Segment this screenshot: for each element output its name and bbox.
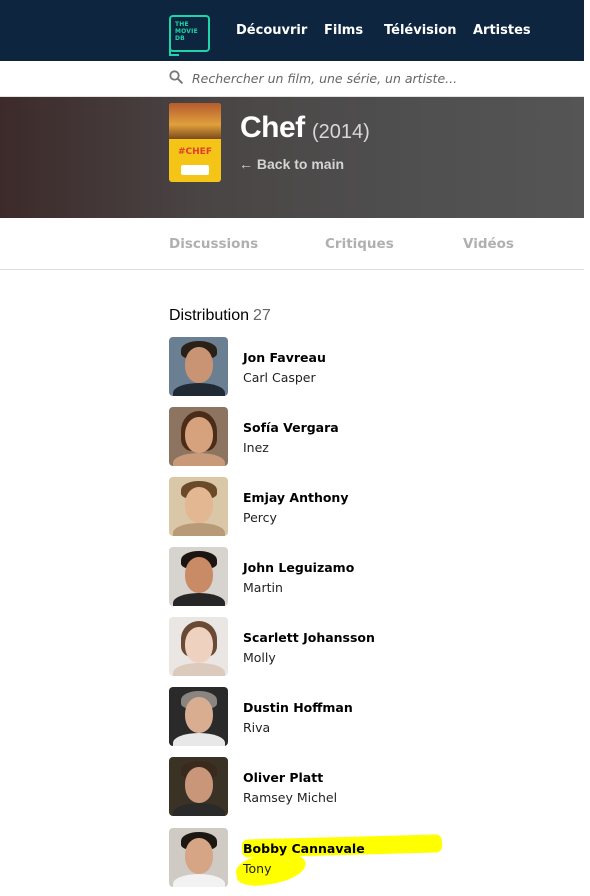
avatar <box>169 687 228 746</box>
nav-link-decouvrir[interactable]: Découvrir <box>236 23 307 38</box>
character-name: Martin <box>243 580 283 595</box>
actor-name: Emjay Anthony <box>243 490 349 505</box>
section-tabs: Discussions Critiques Vidéos I <box>0 218 584 270</box>
actor-name: Jon Favreau <box>243 350 326 365</box>
character-name: Riva <box>243 720 271 735</box>
movie-title: Chef <box>240 111 305 144</box>
cast-item-bobby-cannavale[interactable]: Bobby Cannavale Tony <box>169 828 569 888</box>
avatar <box>169 407 228 466</box>
movie-year: (2014) <box>312 121 370 143</box>
character-name: Ramsey Michel <box>243 790 338 805</box>
poster-truck-graphic <box>181 165 209 175</box>
cast-item-dustin-hoffman[interactable]: Dustin Hoffman Riva <box>169 687 569 747</box>
actor-name: Dustin Hoffman <box>243 700 353 715</box>
cast-heading-label: Distribution <box>169 307 250 324</box>
avatar <box>169 337 228 396</box>
page-edge <box>584 0 590 896</box>
back-to-main-link[interactable]: ← Back to main <box>239 156 344 172</box>
actor-name: Bobby Cannavale <box>243 841 365 856</box>
poster-image-top <box>169 103 221 139</box>
actor-name: Oliver Platt <box>243 770 324 785</box>
cast-item-scarlett-johansson[interactable]: Scarlett Johansson Molly <box>169 617 569 677</box>
character-name: Tony <box>243 861 272 876</box>
cast-item-sofia-vergara[interactable]: Sofía Vergara Inez <box>169 407 569 467</box>
cast-count: 27 <box>253 307 271 324</box>
cast-item-john-leguizamo[interactable]: John Leguizamo Martin <box>169 547 569 607</box>
search-icon[interactable] <box>169 70 183 84</box>
nav-link-television[interactable]: Télévision <box>384 23 457 38</box>
actor-name: John Leguizamo <box>243 560 355 575</box>
poster-title-text: #CHEF <box>178 147 212 157</box>
top-navigation: THE MOVIE DB Découvrir Films Télévision … <box>0 0 584 61</box>
avatar <box>169 757 228 816</box>
cast-item-jon-favreau[interactable]: Jon Favreau Carl Casper <box>169 337 569 397</box>
avatar <box>169 828 228 887</box>
actor-name: Scarlett Johansson <box>243 630 375 645</box>
avatar <box>169 617 228 676</box>
character-name: Inez <box>243 440 269 455</box>
character-name: Molly <box>243 650 276 665</box>
character-name: Percy <box>243 510 277 525</box>
character-name: Carl Casper <box>243 370 316 385</box>
avatar <box>169 547 228 606</box>
nav-link-artistes[interactable]: Artistes <box>473 23 531 38</box>
search-input[interactable] <box>190 68 570 88</box>
tab-critiques[interactable]: Critiques <box>325 236 394 252</box>
tab-discussions[interactable]: Discussions <box>169 236 258 252</box>
nav-link-films[interactable]: Films <box>324 23 363 38</box>
avatar <box>169 477 228 536</box>
cast-item-emjay-anthony[interactable]: Emjay Anthony Percy <box>169 477 569 537</box>
movie-poster[interactable]: #CHEF <box>169 103 221 182</box>
tmdb-logo[interactable]: THE MOVIE DB <box>169 15 210 56</box>
tab-videos[interactable]: Vidéos <box>463 236 514 252</box>
actor-name: Sofía Vergara <box>243 420 339 435</box>
cast-heading: Distribution 27 <box>169 307 271 325</box>
cast-item-oliver-platt[interactable]: Oliver Platt Ramsey Michel <box>169 757 569 817</box>
